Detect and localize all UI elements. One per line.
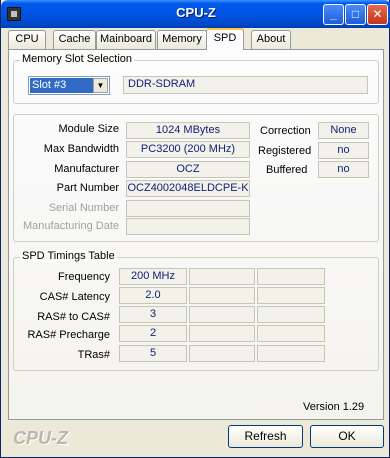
- close-button[interactable]: ✕: [367, 4, 388, 25]
- correction-label: Correction: [260, 125, 311, 137]
- module-size-value: 1024 MBytes: [126, 122, 250, 139]
- max-bandwidth-label: Max Bandwidth: [43, 143, 119, 155]
- cas-latency-value: 2.0: [119, 287, 187, 304]
- ok-button[interactable]: OK: [310, 425, 384, 448]
- cpuz-window: CPU-Z _ □ ✕ CPU Cache Mainboard Memory S…: [0, 0, 390, 458]
- buffered-label: Buffered: [266, 164, 308, 176]
- timing-empty-cell: [257, 325, 325, 342]
- title-bar[interactable]: CPU-Z _ □ ✕: [1, 0, 390, 28]
- ras-to-cas-value: 3: [119, 306, 187, 323]
- minimize-button[interactable]: _: [323, 4, 344, 25]
- timing-empty-cell: [257, 268, 325, 285]
- manufacturing-date-value: [126, 218, 250, 235]
- registered-label: Registered: [258, 145, 312, 157]
- tab-memory[interactable]: Memory: [157, 30, 207, 49]
- slot-dropdown[interactable]: Slot #3 ▼: [28, 76, 110, 95]
- frequency-label: Frequency: [58, 271, 110, 283]
- timing-empty-cell: [257, 345, 325, 362]
- tab-spd[interactable]: SPD: [206, 28, 244, 50]
- timing-empty-cell: [189, 306, 255, 323]
- timing-empty-cell: [189, 287, 255, 304]
- registered-value: no: [318, 142, 369, 159]
- correction-value: None: [318, 122, 369, 139]
- slot-dropdown-value: Slot #3: [30, 78, 93, 93]
- part-number-value: OCZ4002048ELDCPE-K: [126, 180, 250, 197]
- timing-empty-cell: [257, 287, 325, 304]
- part-number-label: Part Number: [56, 182, 119, 194]
- memory-type-field: DDR-SDRAM: [123, 76, 368, 94]
- timing-empty-cell: [189, 345, 255, 362]
- tras-label: TRas#: [77, 349, 110, 361]
- manufacturing-date-label: Manufacturing Date: [23, 220, 119, 232]
- serial-number-label: Serial Number: [48, 202, 119, 214]
- chevron-down-icon[interactable]: ▼: [93, 78, 108, 93]
- tras-value: 5: [119, 345, 187, 362]
- module-size-label: Module Size: [58, 123, 119, 135]
- ras-precharge-value: 2: [119, 325, 187, 342]
- tab-cpu[interactable]: CPU: [8, 30, 46, 49]
- refresh-button[interactable]: Refresh: [228, 425, 303, 448]
- slot-selection-legend: Memory Slot Selection: [20, 53, 135, 65]
- cpuz-logo: CPU-Z: [13, 428, 68, 448]
- timing-empty-cell: [189, 268, 255, 285]
- cas-latency-label: CAS# Latency: [39, 291, 110, 303]
- spd-timings-legend: SPD Timings Table: [20, 250, 117, 262]
- frequency-value: 200 MHz: [119, 268, 187, 285]
- maximize-button[interactable]: □: [345, 4, 366, 25]
- tab-cache[interactable]: Cache: [53, 30, 96, 49]
- ras-to-cas-label: RAS# to CAS#: [37, 311, 110, 323]
- ras-precharge-label: RAS# Precharge: [27, 329, 110, 341]
- max-bandwidth-value: PC3200 (200 MHz): [126, 141, 250, 158]
- serial-number-value: [126, 200, 250, 217]
- buffered-value: no: [318, 161, 369, 178]
- manufacturer-value: OCZ: [126, 161, 250, 178]
- timing-empty-cell: [257, 306, 325, 323]
- timing-empty-cell: [189, 325, 255, 342]
- tab-about[interactable]: About: [251, 30, 291, 49]
- manufacturer-label: Manufacturer: [54, 163, 119, 175]
- version-label: Version 1.29: [303, 401, 365, 413]
- tab-mainboard[interactable]: Mainboard: [96, 30, 156, 49]
